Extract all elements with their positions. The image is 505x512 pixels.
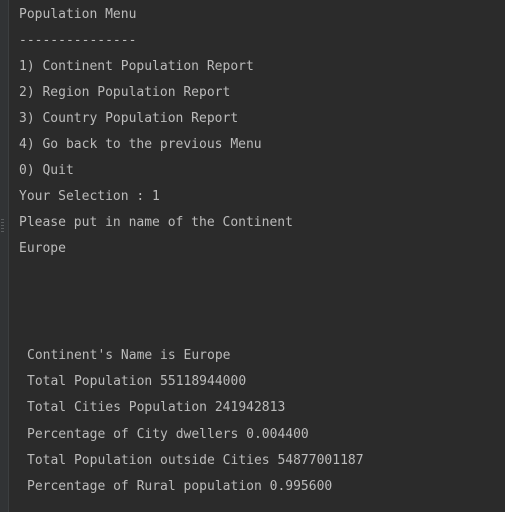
report-continent-name: Continent's Name is Europe (27, 348, 231, 363)
menu-option-country: 3) Country Population Report (19, 111, 239, 126)
gutter-divider (8, 0, 9, 512)
report-outside-cities: Total Population outside Cities 54877001… (27, 452, 364, 468)
continent-prompt: Please put in name of the Continent (19, 215, 293, 230)
report-output: Continent's Name is Europe Total Populat… (27, 343, 364, 500)
menu-title: Population Menu (19, 7, 137, 22)
menu-separator: --------------- (19, 33, 137, 48)
report-city-population: Total Cities Population 241942813 (27, 400, 286, 416)
report-city-percentage: Percentage of City dwellers 0.004400 (27, 426, 309, 442)
console-gutter (0, 0, 8, 512)
menu-option-back: 4) Go back to the previous Menu (19, 137, 262, 152)
selection-line: Your Selection : 1 (19, 189, 160, 204)
menu-output: Population Menu --------------- 1) Conti… (19, 2, 293, 262)
continent-input: Europe (19, 241, 66, 256)
report-total-population: Total Population 55118944000 (27, 374, 247, 390)
menu-option-region: 2) Region Population Report (19, 85, 231, 100)
console-output[interactable]: Population Menu --------------- 1) Conti… (0, 0, 505, 512)
report-rural-percentage: Percentage of Rural population 0.995600 (27, 478, 333, 494)
menu-option-quit: 0) Quit (19, 163, 74, 178)
menu-option-continent: 1) Continent Population Report (19, 59, 254, 74)
fold-marker-icon (1, 219, 4, 233)
